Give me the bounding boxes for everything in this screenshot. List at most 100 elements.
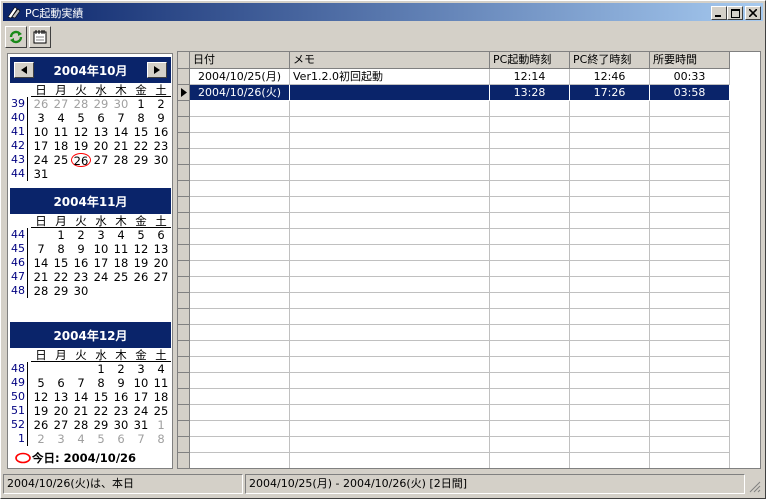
- day-cell[interactable]: 4: [51, 111, 71, 125]
- day-cell[interactable]: 19: [131, 256, 151, 270]
- table-row[interactable]: [178, 213, 730, 229]
- column-header-start[interactable]: PC起動時刻: [490, 52, 570, 69]
- day-cell[interactable]: 6: [151, 228, 171, 242]
- day-cell[interactable]: 19: [31, 404, 51, 418]
- table-row[interactable]: [178, 181, 730, 197]
- day-cell[interactable]: 1: [91, 362, 111, 376]
- table-row[interactable]: [178, 165, 730, 181]
- table-row[interactable]: [178, 453, 730, 468]
- day-cell[interactable]: 11: [111, 242, 131, 256]
- day-cell[interactable]: 18: [151, 390, 171, 404]
- day-cell[interactable]: 8: [91, 376, 111, 390]
- day-cell[interactable]: 31: [31, 167, 51, 181]
- day-cell[interactable]: 30: [111, 97, 131, 111]
- table-row[interactable]: 2004/10/25(月) Ver1.2.0初回起動 12:14 12:46 00:33: [178, 69, 730, 85]
- day-cell[interactable]: 3: [31, 111, 51, 125]
- day-cell[interactable]: 27: [51, 418, 71, 432]
- day-cell[interactable]: 12: [71, 125, 91, 139]
- day-cell[interactable]: 30: [71, 284, 91, 298]
- day-cell[interactable]: 14: [31, 256, 51, 270]
- day-cell[interactable]: 5: [71, 111, 91, 125]
- day-cell[interactable]: 19: [71, 139, 91, 153]
- table-row[interactable]: [178, 421, 730, 437]
- table-row[interactable]: 2004/10/26(火) 13:28 17:26 03:58: [178, 85, 730, 101]
- day-cell[interactable]: 10: [31, 125, 51, 139]
- day-cell[interactable]: 20: [151, 256, 171, 270]
- day-cell[interactable]: 11: [151, 376, 171, 390]
- today-day-cell[interactable]: 26: [71, 153, 91, 168]
- day-cell[interactable]: 2: [71, 228, 91, 242]
- day-cell[interactable]: 16: [71, 256, 91, 270]
- day-cell[interactable]: 7: [111, 111, 131, 125]
- day-cell[interactable]: 29: [51, 284, 71, 298]
- minimize-button[interactable]: [711, 6, 727, 20]
- day-cell[interactable]: 16: [111, 390, 131, 404]
- table-row[interactable]: [178, 405, 730, 421]
- day-cell[interactable]: 15: [51, 256, 71, 270]
- table-row[interactable]: [178, 149, 730, 165]
- day-cell[interactable]: 20: [51, 404, 71, 418]
- column-header-end[interactable]: PC終了時刻: [570, 52, 650, 69]
- day-cell[interactable]: 25: [111, 270, 131, 284]
- day-cell[interactable]: 13: [91, 125, 111, 139]
- table-row[interactable]: [178, 357, 730, 373]
- day-cell[interactable]: 22: [91, 404, 111, 418]
- day-cell[interactable]: 20: [91, 139, 111, 153]
- day-cell[interactable]: 14: [71, 390, 91, 404]
- day-cell[interactable]: 7: [31, 242, 51, 256]
- day-cell[interactable]: 26: [131, 270, 151, 284]
- day-cell[interactable]: 23: [151, 139, 171, 153]
- day-cell[interactable]: 12: [131, 242, 151, 256]
- day-cell[interactable]: 1: [131, 97, 151, 111]
- day-cell[interactable]: 2: [111, 362, 131, 376]
- table-row[interactable]: [178, 277, 730, 293]
- table-row[interactable]: [178, 117, 730, 133]
- day-cell[interactable]: 10: [131, 376, 151, 390]
- day-cell[interactable]: 11: [51, 125, 71, 139]
- day-cell[interactable]: 4: [151, 362, 171, 376]
- day-cell[interactable]: 21: [31, 270, 51, 284]
- day-cell[interactable]: 8: [51, 242, 71, 256]
- column-header-duration[interactable]: 所要時間: [650, 52, 730, 69]
- day-cell[interactable]: 31: [131, 418, 151, 432]
- today-indicator[interactable]: 今日: 2004/10/26: [14, 450, 136, 466]
- table-row[interactable]: [178, 133, 730, 149]
- resize-grip-icon[interactable]: [749, 481, 761, 493]
- day-cell[interactable]: 26: [31, 97, 51, 111]
- close-button[interactable]: [745, 6, 761, 20]
- day-cell[interactable]: 9: [111, 376, 131, 390]
- title-bar[interactable]: PC起動実績: [3, 3, 763, 21]
- day-cell[interactable]: 18: [111, 256, 131, 270]
- day-cell[interactable]: 3: [131, 362, 151, 376]
- day-cell[interactable]: 15: [131, 125, 151, 139]
- table-row[interactable]: [178, 373, 730, 389]
- column-header-memo[interactable]: メモ: [290, 52, 490, 69]
- day-cell[interactable]: 28: [71, 418, 91, 432]
- day-cell[interactable]: 28: [71, 97, 91, 111]
- day-cell[interactable]: 29: [131, 153, 151, 167]
- day-cell[interactable]: 10: [91, 242, 111, 256]
- day-cell[interactable]: 2: [151, 97, 171, 111]
- day-cell[interactable]: 18: [51, 139, 71, 153]
- day-cell[interactable]: 4: [71, 432, 91, 446]
- day-cell[interactable]: 28: [111, 153, 131, 167]
- day-cell[interactable]: 5: [91, 432, 111, 446]
- table-row[interactable]: [178, 437, 730, 453]
- day-cell[interactable]: 12: [31, 390, 51, 404]
- table-row[interactable]: [178, 341, 730, 357]
- day-cell[interactable]: 24: [131, 404, 151, 418]
- day-cell[interactable]: 30: [111, 418, 131, 432]
- day-cell[interactable]: 4: [111, 228, 131, 242]
- day-cell[interactable]: 8: [131, 111, 151, 125]
- day-cell[interactable]: 21: [71, 404, 91, 418]
- day-cell[interactable]: 6: [91, 111, 111, 125]
- day-cell[interactable]: 13: [151, 242, 171, 256]
- column-header-date[interactable]: 日付: [190, 52, 290, 69]
- table-row[interactable]: [178, 197, 730, 213]
- day-cell[interactable]: 25: [151, 404, 171, 418]
- day-cell[interactable]: 15: [91, 390, 111, 404]
- table-row[interactable]: [178, 325, 730, 341]
- day-cell[interactable]: 27: [51, 97, 71, 111]
- day-cell[interactable]: 3: [91, 228, 111, 242]
- day-cell[interactable]: 22: [131, 139, 151, 153]
